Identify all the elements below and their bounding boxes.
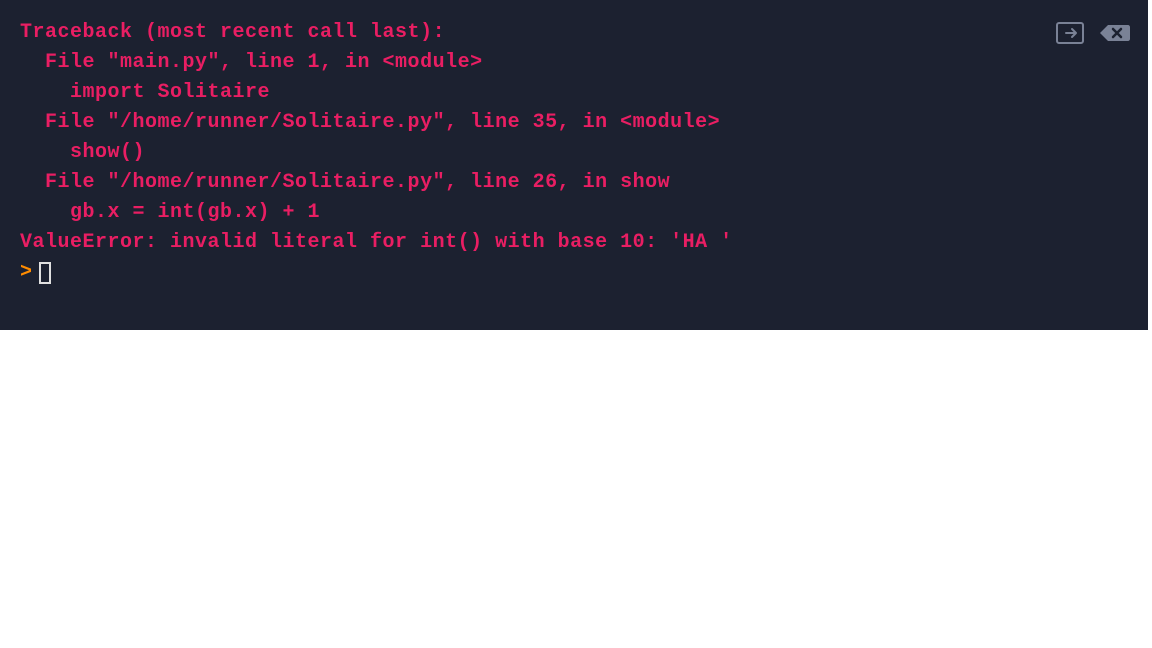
traceback-line: Traceback (most recent call last): — [20, 18, 1128, 48]
traceback-line: File "/home/runner/Solitaire.py", line 3… — [20, 108, 1128, 138]
traceback-line: show() — [20, 138, 1128, 168]
traceback-line: import Solitaire — [20, 78, 1128, 108]
clear-icon[interactable] — [1100, 23, 1130, 43]
traceback-line: gb.x = int(gb.x) + 1 — [20, 198, 1128, 228]
traceback-line: File "main.py", line 1, in <module> — [20, 48, 1128, 78]
terminal-toolbar — [1056, 22, 1130, 44]
expand-icon[interactable] — [1056, 22, 1084, 44]
cursor — [39, 262, 51, 284]
terminal-output: Traceback (most recent call last): File … — [0, 0, 1148, 330]
prompt-line[interactable]: > — [20, 258, 1128, 288]
traceback-line: ValueError: invalid literal for int() wi… — [20, 228, 1128, 258]
traceback-line: File "/home/runner/Solitaire.py", line 2… — [20, 168, 1128, 198]
prompt-symbol: > — [20, 258, 33, 288]
